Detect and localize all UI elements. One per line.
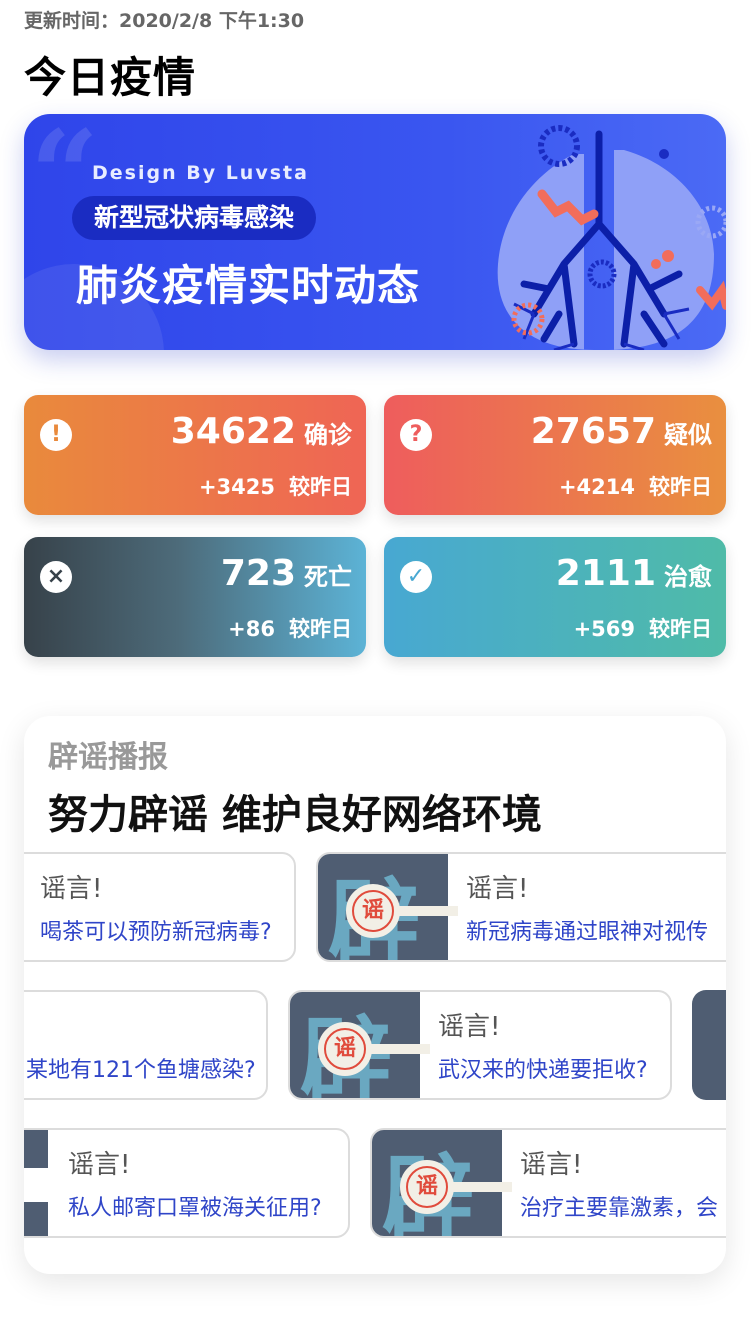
stat-delta-row: +4214 较昨日: [559, 471, 712, 501]
stat-value: 27657: [530, 411, 656, 452]
rumor-seal-icon: 谣: [346, 884, 400, 938]
rumor-card-head: 谣言!: [40, 874, 103, 904]
rumor-card[interactable]: 辟 谣 谣言! 武汉来的快递要拒收?: [288, 990, 672, 1100]
stat-main: 2111 治愈: [556, 553, 712, 594]
rumor-thumb: 辟 谣: [290, 992, 430, 1098]
stat-delta-row: +86 较昨日: [228, 613, 352, 643]
rumor-card-text: 治疗主要靠激素，会: [520, 1196, 719, 1221]
rumor-card-head: 谣言!: [520, 1150, 583, 1180]
stat-value: 723: [220, 553, 296, 594]
update-time: 更新时间：2020/2/8 下午1:30: [24, 10, 305, 32]
banner-pill: 新型冠状病毒感染: [72, 196, 317, 240]
banner-headline: 肺炎疫情实时动态: [76, 261, 421, 310]
lungs-illustration-icon: [497, 125, 726, 350]
stat-delta-row: +3425 较昨日: [199, 471, 352, 501]
rumor-card-text: 武汉来的快递要拒收?: [438, 1058, 648, 1083]
page-title: 今日疫情: [24, 53, 197, 102]
rumor-seal-icon: 谣: [318, 1022, 372, 1076]
check-icon: ✓: [400, 561, 432, 593]
stat-main: 34622 确诊: [171, 411, 352, 452]
rumor-card-partial[interactable]: [692, 990, 726, 1100]
banner-design-credit: Design By Luvsta: [92, 162, 309, 184]
stat-value: 34622: [170, 411, 296, 452]
rumor-card-text: 新冠病毒通过眼神对视传: [466, 920, 709, 945]
rumor-seal-char: 谣: [324, 1028, 366, 1070]
rumor-card[interactable]: 谣言! 喝茶可以预防新冠病毒?: [24, 852, 296, 962]
stat-compare-label: 较昨日: [649, 617, 712, 641]
rumor-thumb-edge: [24, 1130, 48, 1168]
stat-compare-label: 较昨日: [289, 617, 352, 641]
question-icon: ?: [400, 419, 432, 451]
stat-compare-label: 较昨日: [289, 475, 352, 499]
stat-compare-label: 较昨日: [649, 475, 712, 499]
stat-delta: +569: [573, 617, 635, 641]
rumor-card[interactable]: 辟 谣 谣言! 新冠病毒通过眼神对视传: [316, 852, 726, 962]
rumor-panel: 辟谣播报 努力辟谣 维护良好网络环境 谣言! 喝茶可以预防新冠病毒? 辟 谣 谣…: [24, 716, 726, 1274]
close-icon: ×: [40, 561, 72, 593]
stat-card-suspected[interactable]: ? 27657 疑似 +4214 较昨日: [384, 395, 726, 515]
rumor-card-head: 谣言!: [68, 1150, 131, 1180]
stat-delta: +4214: [558, 475, 635, 499]
stat-main: 27657 疑似: [531, 411, 712, 452]
exclamation-icon: !: [40, 419, 72, 451]
stat-card-dead[interactable]: × 723 死亡 +86 较昨日: [24, 537, 366, 657]
stat-value: 2111: [555, 553, 656, 594]
rumor-section-title: 辟谣播报: [48, 740, 168, 775]
rumor-card[interactable]: 谣言! 私人邮寄口罩被海关征用?: [24, 1128, 350, 1238]
rumor-thumb: 辟 谣: [372, 1130, 512, 1236]
stat-label: 死亡: [304, 563, 352, 591]
stat-card-cured[interactable]: ✓ 2111 治愈 +569 较昨日: [384, 537, 726, 657]
rumor-card-head: 谣言!: [466, 874, 529, 904]
rumor-card[interactable]: 辟 谣 谣言! 治疗主要靠激素，会: [370, 1128, 726, 1238]
stat-label: 确诊: [304, 421, 352, 449]
rumor-seal-char: 谣: [406, 1166, 448, 1208]
rumor-card-head: 谣言!: [438, 1012, 501, 1042]
rumor-card-text: 喝茶可以预防新冠病毒?: [40, 920, 272, 945]
stat-delta: +3425: [198, 475, 275, 499]
stat-delta-row: +569 较昨日: [574, 613, 712, 643]
rumor-card-text: 私人邮寄口罩被海关征用?: [68, 1196, 322, 1221]
rumor-thumb-edge: [24, 1202, 48, 1236]
stat-card-confirmed[interactable]: ! 34622 确诊 +3425 较昨日: [24, 395, 366, 515]
stat-label: 疑似: [664, 421, 712, 449]
banner[interactable]: “ Design By Luvsta 新型冠状病毒感染 肺炎疫情实时动态: [24, 114, 726, 350]
stat-delta: +86: [228, 617, 275, 641]
rumor-thumb: 辟 谣: [318, 854, 458, 960]
stat-main: 723 死亡: [221, 553, 352, 594]
rumor-seal-icon: 谣: [400, 1160, 454, 1214]
rumor-seal-char: 谣: [352, 890, 394, 932]
stat-label: 治愈: [664, 563, 712, 591]
rumor-card-text: 某地有121个鱼塘感染?: [26, 1058, 256, 1083]
rumor-card[interactable]: 某地有121个鱼塘感染?: [24, 990, 268, 1100]
rumor-section-subtitle: 努力辟谣 维护良好网络环境: [48, 792, 542, 838]
